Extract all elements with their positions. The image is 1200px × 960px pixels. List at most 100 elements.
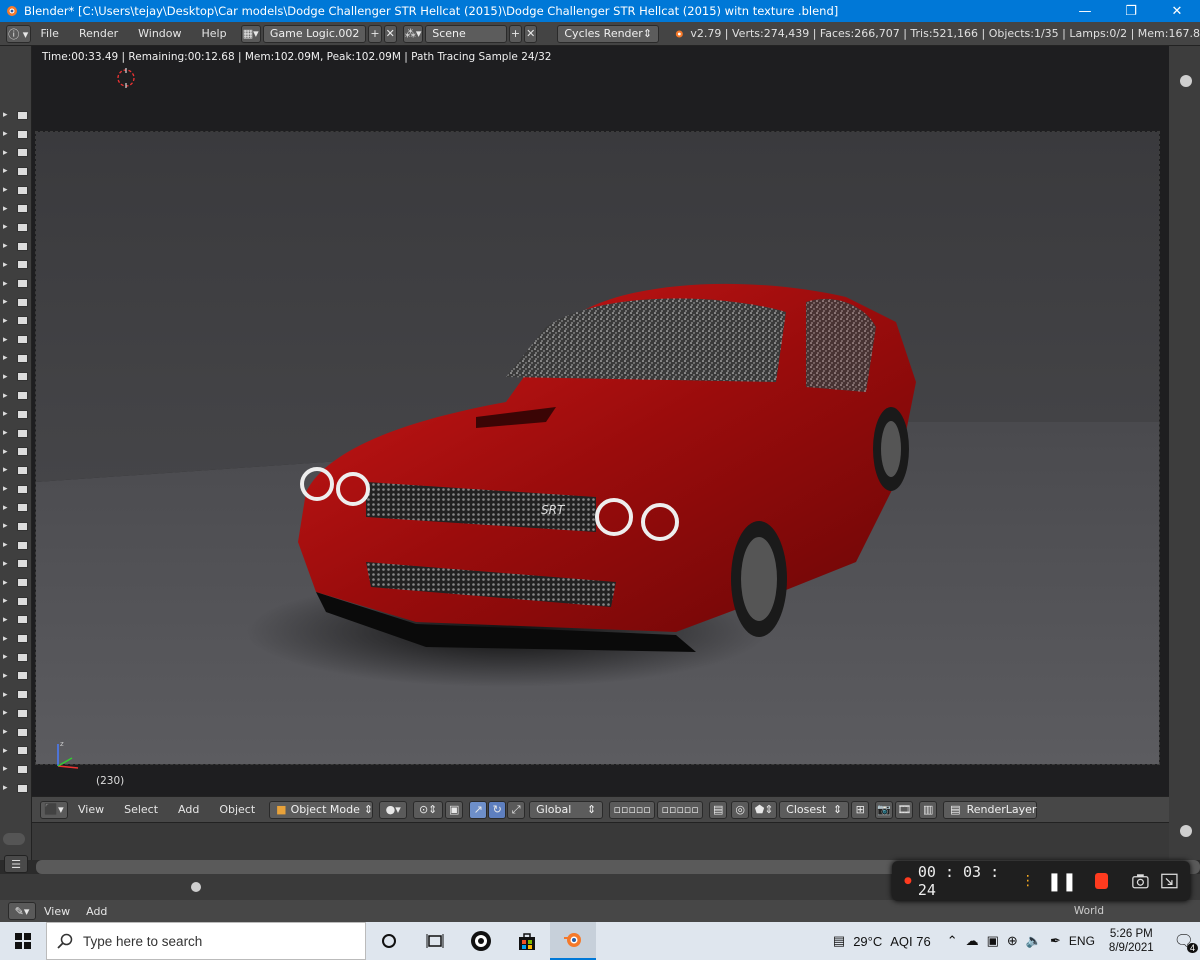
render-visibility-icon[interactable]: [17, 353, 28, 363]
render-visibility-icon[interactable]: [17, 634, 28, 644]
remove-screen-button[interactable]: ✕: [383, 24, 397, 43]
outliner-row[interactable]: ▸: [0, 555, 31, 574]
render-visibility-icon[interactable]: [17, 241, 28, 251]
add-scene-button[interactable]: +: [508, 24, 523, 43]
temperature[interactable]: 29°C: [853, 934, 882, 949]
snap-target-dropdown[interactable]: Closest ⇕: [779, 800, 850, 819]
network-globe-icon[interactable]: ⊕: [1007, 933, 1018, 949]
rotate-manipulator-button[interactable]: ↻: [488, 800, 507, 819]
render-visibility-icon[interactable]: [17, 204, 28, 214]
outliner-row[interactable]: ▸: [0, 181, 31, 200]
outliner-row[interactable]: ▸: [0, 480, 31, 499]
screen-layout-icon[interactable]: ▦▾: [240, 24, 261, 43]
lower-menu-view[interactable]: View: [44, 905, 70, 918]
render-visibility-icon[interactable]: [17, 690, 28, 700]
render-visibility-icon[interactable]: [17, 671, 28, 681]
layers-row-1[interactable]: ▫▫▫▫▫: [609, 800, 656, 819]
render-visibility-icon[interactable]: [17, 503, 28, 513]
outliner-row[interactable]: ▸: [0, 629, 31, 648]
render-visibility-icon[interactable]: [17, 335, 28, 345]
outliner-row[interactable]: ▸: [0, 125, 31, 144]
menu-render[interactable]: Render: [69, 27, 128, 40]
weather-icon[interactable]: ▤: [833, 933, 845, 949]
proportional-edit-button[interactable]: ◎: [731, 800, 750, 819]
outliner-row[interactable]: ▸: [0, 779, 31, 798]
editor-type-info-button[interactable]: ⓘ ▾: [6, 24, 31, 43]
menu-add[interactable]: Add: [168, 803, 209, 816]
render-visibility-icon[interactable]: [17, 540, 28, 550]
minimize-button[interactable]: —: [1062, 0, 1108, 22]
render-visibility-icon[interactable]: [17, 372, 28, 382]
outliner-editor-icon[interactable]: ☰: [4, 855, 28, 873]
outliner-row[interactable]: ▸: [0, 162, 31, 181]
render-visibility-icon[interactable]: [17, 185, 28, 195]
render-visibility-icon[interactable]: [17, 110, 28, 120]
scale-manipulator-button[interactable]: ⤢: [507, 800, 526, 819]
render-visibility-icon[interactable]: [17, 521, 28, 531]
scene-field[interactable]: Scene: [425, 24, 507, 43]
action-center-button[interactable]: 🗨 4: [1174, 931, 1198, 953]
outliner-row[interactable]: ▸: [0, 143, 31, 162]
editor-type-node-button[interactable]: ✎▾: [8, 902, 36, 920]
mode-dropdown[interactable]: ■ Object Mode ⇕: [269, 800, 374, 819]
render-layers-toggle[interactable]: ▥: [919, 800, 938, 819]
meet-now-icon[interactable]: ▣: [987, 933, 999, 949]
outliner-row[interactable]: ▸: [0, 424, 31, 443]
start-button[interactable]: [0, 922, 46, 960]
outliner-row[interactable]: ▸: [0, 498, 31, 517]
render-visibility-icon[interactable]: [17, 409, 28, 419]
pen-icon[interactable]: ✒: [1050, 933, 1061, 949]
outliner-row[interactable]: ▸: [0, 349, 31, 368]
editor-type-3d-button[interactable]: ⬛▾: [40, 800, 68, 819]
render-layer-field[interactable]: ▤ RenderLayer: [943, 800, 1038, 819]
more-options-icon[interactable]: ⋮: [1021, 873, 1035, 889]
outliner-row[interactable]: ▸: [0, 760, 31, 779]
render-visibility-icon[interactable]: [17, 764, 28, 774]
taskbar-app-store[interactable]: [504, 922, 550, 960]
volume-icon[interactable]: 🔈: [1026, 933, 1042, 949]
render-visibility-icon[interactable]: [17, 652, 28, 662]
menu-window[interactable]: Window: [128, 27, 191, 40]
menu-file[interactable]: File: [31, 27, 69, 40]
outliner-row[interactable]: ▸: [0, 293, 31, 312]
taskbar-search-box[interactable]: Type here to search: [46, 922, 366, 960]
outliner-row[interactable]: ▸: [0, 517, 31, 536]
render-visibility-icon[interactable]: [17, 615, 28, 625]
minimize-recorder-icon[interactable]: [1161, 872, 1178, 890]
remove-scene-button[interactable]: ✕: [524, 24, 538, 43]
outliner-row[interactable]: ▸: [0, 611, 31, 630]
outliner-row[interactable]: ▸: [0, 386, 31, 405]
orientation-dropdown[interactable]: Global ⇕: [529, 800, 604, 819]
show-hidden-icons-icon[interactable]: ⌃: [947, 933, 958, 949]
stop-recording-button[interactable]: [1095, 873, 1109, 889]
outliner-row[interactable]: ▸: [0, 312, 31, 331]
outliner-row[interactable]: ▸: [0, 368, 31, 387]
render-visibility-icon[interactable]: [17, 708, 28, 718]
render-visibility-icon[interactable]: [17, 316, 28, 326]
outliner-row[interactable]: ▸: [0, 685, 31, 704]
manipulator-toggle[interactable]: ▣: [445, 800, 464, 819]
render-visibility-icon[interactable]: [17, 148, 28, 158]
outliner-row[interactable]: ▸: [0, 648, 31, 667]
render-visibility-icon[interactable]: [17, 222, 28, 232]
cortana-button[interactable]: [366, 922, 412, 960]
render-visibility-icon[interactable]: [17, 297, 28, 307]
render-visibility-icon[interactable]: [17, 129, 28, 139]
render-visibility-icon[interactable]: [17, 783, 28, 793]
close-button[interactable]: ✕: [1154, 0, 1200, 22]
shading-dropdown[interactable]: ●▾: [379, 800, 408, 819]
outliner-row[interactable]: ▸: [0, 330, 31, 349]
slider-knob-icon[interactable]: [190, 881, 202, 893]
opengl-render-button[interactable]: 📷: [875, 800, 894, 819]
taskbar-app-blender[interactable]: [550, 922, 596, 960]
outliner-row[interactable]: ▸: [0, 536, 31, 555]
menu-view[interactable]: View: [68, 803, 114, 816]
snap-toggle[interactable]: ⬟⇕: [751, 800, 778, 819]
outliner-row[interactable]: ▸: [0, 405, 31, 424]
menu-help[interactable]: Help: [192, 27, 237, 40]
render-visibility-icon[interactable]: [17, 166, 28, 176]
outliner-row[interactable]: ▸: [0, 274, 31, 293]
render-visibility-icon[interactable]: [17, 746, 28, 756]
3d-viewport[interactable]: Time:00:33.49 | Remaining:00:12.68 | Mem…: [32, 46, 1169, 796]
outliner-row[interactable]: ▸: [0, 667, 31, 686]
